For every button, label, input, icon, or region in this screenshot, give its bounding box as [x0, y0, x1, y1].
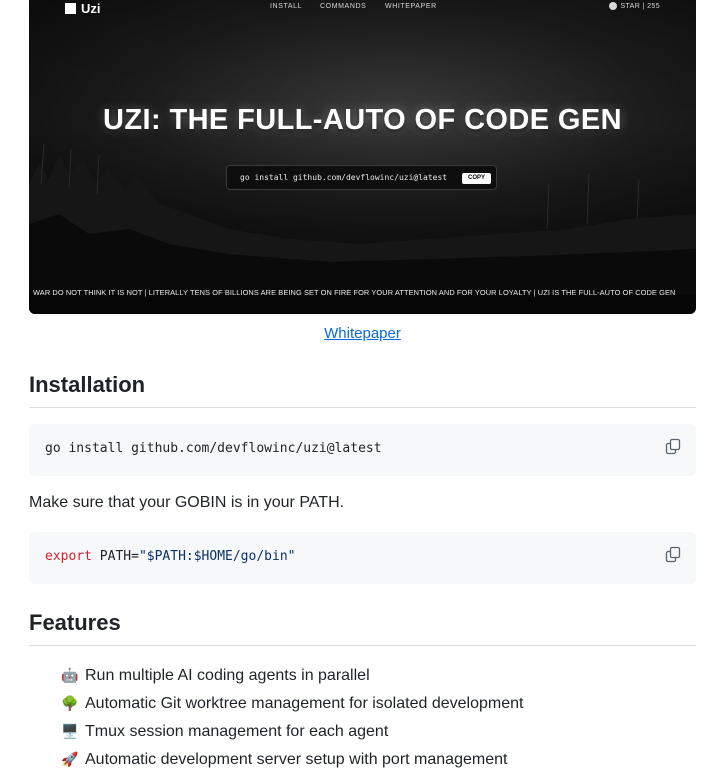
tree-icon: 🌳 [61, 696, 79, 712]
path-code-text: export PATH="$PATH:$HOME/go/bin" [45, 549, 295, 564]
list-item: 🌳 Automatic Git worktree management for … [61, 690, 523, 718]
list-item: 🚀 Automatic development server setup wit… [61, 746, 523, 774]
whitepaper-link[interactable]: Whitepaper [324, 325, 401, 342]
hero-install-command: go install github.com/devflowinc/uzi@lat… [240, 173, 448, 182]
robot-icon: 🤖 [61, 668, 79, 684]
feature-text: Tmux session management for each agent [85, 723, 389, 740]
desktop-computer-icon: 🖥️ [61, 724, 79, 740]
gobin-paragraph: Make sure that your GOBIN is in your PAT… [29, 494, 345, 511]
rocket-icon: 🚀 [61, 752, 79, 768]
nav-whitepaper-link[interactable]: WHITEPAPER [385, 3, 437, 10]
code-keyword: export [45, 549, 92, 564]
nav-install-link[interactable]: INSTALL [270, 3, 302, 10]
copy-icon[interactable] [664, 438, 682, 456]
hero-nav-bar: Uzi INSTALL COMMANDS WHITEPAPER STAR | 2… [29, 0, 696, 16]
features-list: 🤖 Run multiple AI coding agents in paral… [61, 662, 523, 774]
github-star-button[interactable]: STAR | 255 [609, 2, 660, 10]
install-code-text: go install github.com/devflowinc/uzi@lat… [45, 441, 382, 456]
installation-heading: Installation [29, 372, 696, 408]
hero-ticker: WAR DO NOT THINK IT IS NOT | LITERALLY T… [33, 288, 676, 297]
logo[interactable]: Uzi [65, 1, 101, 16]
whitepaper-link-container: Whitepaper [0, 325, 713, 342]
feature-text: Automatic Git worktree management for is… [85, 695, 524, 712]
logo-square-icon [65, 3, 76, 14]
copy-icon[interactable] [664, 546, 682, 564]
feature-text: Run multiple AI coding agents in paralle… [85, 667, 370, 684]
hero-copy-button[interactable]: COPY [462, 173, 491, 184]
list-item: 🖥️ Tmux session management for each agen… [61, 718, 523, 746]
code-string: "$PATH:$HOME/go/bin" [138, 549, 296, 564]
install-code-block: go install github.com/devflowinc/uzi@lat… [29, 424, 696, 476]
star-count: STAR | 255 [620, 2, 660, 10]
nav-commands-link[interactable]: COMMANDS [320, 3, 366, 10]
hero-install-box: go install github.com/devflowinc/uzi@lat… [226, 165, 497, 190]
logo-text: Uzi [81, 1, 101, 16]
path-code-block: export PATH="$PATH:$HOME/go/bin" [29, 532, 696, 584]
github-icon [609, 2, 618, 10]
feature-text: Automatic development server setup with … [85, 751, 508, 768]
code-variable: PATH= [91, 549, 139, 564]
list-item: 🤖 Run multiple AI coding agents in paral… [61, 662, 523, 690]
hero-title: UZI: THE FULL-AUTO OF CODE GEN [103, 104, 622, 136]
hero-banner: Uzi INSTALL COMMANDS WHITEPAPER STAR | 2… [29, 0, 696, 314]
features-heading: Features [29, 610, 696, 646]
